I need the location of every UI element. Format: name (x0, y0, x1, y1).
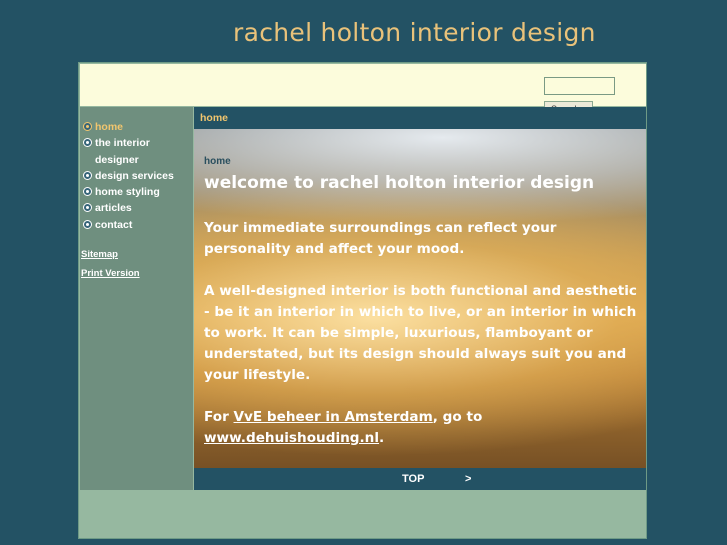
nav-item-label: home styling (95, 186, 160, 199)
vve-beheer-link[interactable]: VvE beheer in Amsterdam (234, 409, 433, 425)
bullet-icon (83, 219, 92, 229)
nav-item-design-services[interactable]: design services (82, 168, 193, 184)
breadcrumb-label: home (200, 112, 229, 124)
nav-item-label: the interior (95, 137, 150, 150)
search-bar: Search (80, 64, 646, 107)
sitemap-link[interactable]: Sitemap (81, 245, 193, 264)
top-link[interactable]: TOP (402, 473, 424, 485)
nav-item-label: home (95, 121, 124, 133)
nav-item-articles[interactable]: articles (82, 200, 193, 216)
search-input[interactable] (544, 77, 615, 95)
nav-item-label: contact (95, 218, 133, 231)
next-link[interactable]: > (465, 473, 471, 485)
nav-item-label: designer (95, 153, 139, 166)
nav-item-contact[interactable]: contact (82, 217, 193, 233)
site-title: rachel holton interior design (233, 18, 596, 47)
dehuishouding-link[interactable]: www.dehuishouding.nl (204, 430, 379, 446)
sidebar-nav: home the interior designer design servic… (80, 107, 193, 233)
sidebar: home the interior designer design servic… (80, 107, 193, 490)
bullet-icon (83, 138, 92, 148)
description-paragraph: A well-designed interior is both functio… (204, 283, 637, 383)
section-label: home (204, 156, 231, 167)
nav-item-the-interior-designer-cont[interactable]: designer (82, 152, 193, 168)
nav-item-label: design services (95, 169, 174, 182)
para-suffix: . (379, 430, 385, 446)
nav-item-the-interior-designer[interactable]: the interior (82, 135, 193, 151)
nav-item-home[interactable]: home (82, 119, 193, 135)
page-frame: Search home the interior designer design… (78, 62, 647, 539)
bullet-icon (83, 187, 92, 197)
bullet-icon (83, 170, 92, 180)
para-middle: , go to (432, 409, 483, 425)
para-prefix: For (204, 409, 234, 425)
body-text: Your immediate surroundings can reflect … (204, 218, 638, 470)
main-content: home home welcome to rachel holton inter… (194, 107, 646, 490)
sidebar-links: Sitemap Print Version (80, 245, 193, 283)
bullet-icon (83, 122, 92, 131)
nav-item-label: articles (95, 202, 132, 215)
nav-item-home-styling[interactable]: home styling (82, 184, 193, 200)
print-version-link[interactable]: Print Version (81, 264, 193, 283)
intro-paragraph: Your immediate surroundings can reflect … (204, 220, 557, 257)
link-paragraph: For VvE beheer in Amsterdam, go to www.d… (204, 407, 638, 449)
page-heading: welcome to rachel holton interior design (204, 173, 595, 193)
breadcrumb: home (194, 107, 646, 129)
bottom-nav-bar: TOP > (194, 468, 646, 490)
bullet-icon (83, 203, 92, 213)
